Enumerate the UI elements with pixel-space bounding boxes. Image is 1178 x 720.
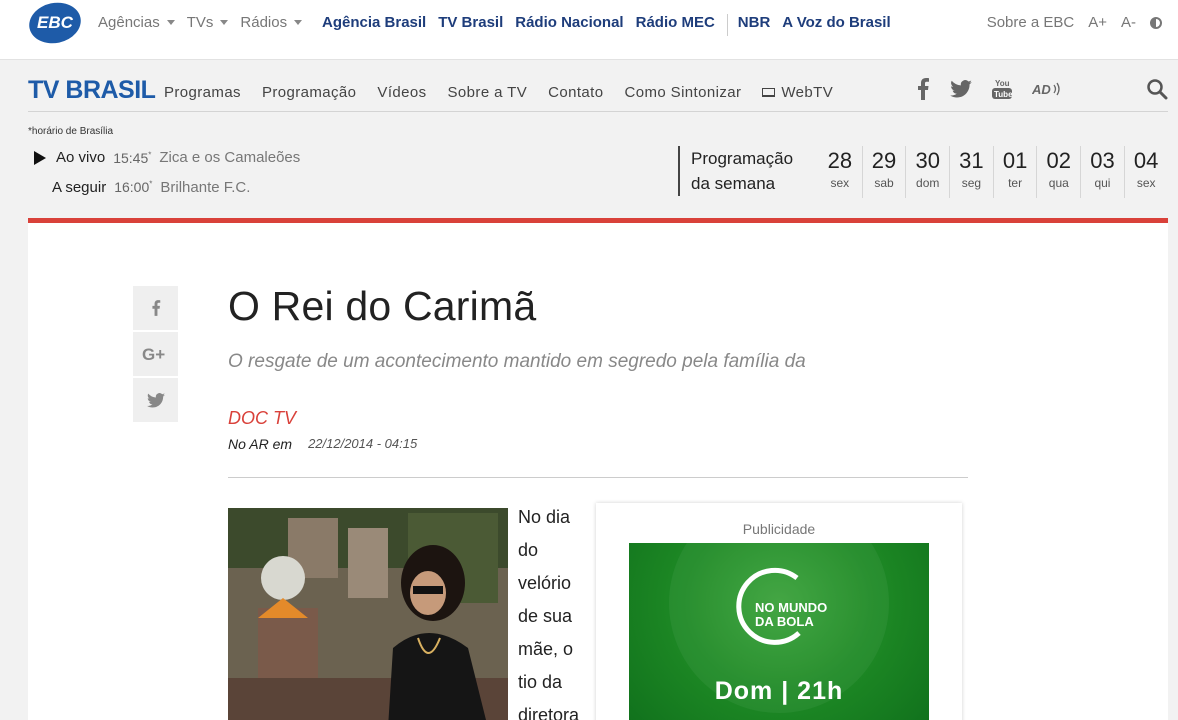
next-label: A seguir — [52, 179, 107, 196]
social-icons: You Tube AD — [916, 78, 1062, 100]
day-item[interactable]: 31 seg — [949, 146, 993, 198]
google-plus-icon: G+ — [142, 345, 165, 363]
svg-text:G+: G+ — [142, 345, 165, 363]
nav-webtv[interactable]: WebTV — [762, 84, 833, 101]
ad-title: NO MUNDO DA BOLA — [755, 600, 828, 629]
program-category[interactable]: DOC TV — [228, 408, 296, 429]
link-radio-nacional[interactable]: Rádio Nacional — [515, 14, 623, 36]
nav-sobre-a-tv[interactable]: Sobre a TV — [448, 84, 528, 101]
day-item[interactable]: 29 sab — [861, 146, 906, 198]
day-item[interactable]: 30 dom — [905, 146, 949, 198]
air-info: No AR em 22/12/2014 - 04:15 — [228, 436, 417, 452]
article-body: No dia do velório de sua mãe, o tio da d… — [518, 507, 580, 720]
ad-time: Dom | 21h — [714, 677, 844, 705]
share-buttons: G+ — [133, 286, 178, 424]
ad-banner[interactable]: NO MUNDO DA BOLA Dom | 21h — [629, 543, 929, 720]
svg-text:You: You — [995, 79, 1010, 88]
share-googleplus-button[interactable]: G+ — [133, 332, 178, 376]
air-date: 22/12/2014 - 04:15 — [308, 436, 418, 451]
air-label: No AR em — [228, 436, 293, 452]
up-next: A seguir 16:00* Brilhante F.C. — [52, 179, 251, 196]
ebc-links: Agência Brasil TV Brasil Rádio Nacional … — [322, 14, 903, 36]
link-agencia-brasil[interactable]: Agência Brasil — [322, 14, 426, 36]
menu-radios[interactable]: Rádios — [240, 14, 303, 31]
ebc-right-tools: Sobre a EBC A+ A- — [987, 14, 1162, 31]
link-radio-mec[interactable]: Rádio MEC — [636, 14, 715, 36]
live-now[interactable]: Ao vivo 15:45* Zica e os Camaleões — [34, 149, 300, 166]
article-content: G+ O Rei do Carimã O resgate de um acont… — [28, 223, 1168, 720]
timezone-note: *horário de Brasília — [28, 126, 114, 137]
audio-description-icon[interactable]: AD — [1032, 82, 1062, 96]
facebook-icon[interactable] — [916, 78, 930, 100]
ad-container: Publicidade NO MUNDO DA BOLA Dom | 21h — [596, 503, 962, 720]
font-decrease-button[interactable]: A- — [1121, 14, 1136, 31]
chevron-down-icon — [166, 20, 175, 25]
next-time: 16:00 — [114, 179, 150, 195]
live-time: 15:45 — [113, 149, 149, 166]
tv-brasil-nav: TV BRASIL Programas Programação Vídeos S… — [28, 62, 1168, 112]
live-show[interactable]: Zica e os Camaleões — [159, 149, 300, 166]
page-subtitle: O resgate de um acontecimento mantido em… — [228, 351, 806, 372]
ebc-top-bar: EBC Agências TVs Rádios Agência Brasil T… — [0, 0, 1178, 60]
day-item[interactable]: 02 qua — [1036, 146, 1080, 198]
menu-tvs[interactable]: TVs — [187, 14, 229, 31]
page-title: O Rei do Carimã — [228, 283, 537, 329]
link-nbr[interactable]: NBR — [738, 14, 771, 36]
day-item[interactable]: 04 sex — [1123, 146, 1168, 198]
day-selector: 28 sex 29 sab 30 dom 31 seg 01 ter 02 qua 03 qu… — [818, 146, 1168, 198]
laptop-icon — [762, 88, 776, 97]
schedule-bar: *horário de Brasília Ao vivo 15:45* Zica… — [28, 124, 1168, 216]
menu-agencias[interactable]: Agências — [98, 14, 175, 31]
next-show[interactable]: Brilhante F.C. — [160, 179, 250, 196]
day-item[interactable]: 01 ter — [992, 146, 1037, 198]
nav-programas[interactable]: Programas — [164, 84, 241, 101]
nav-videos[interactable]: Vídeos — [377, 84, 426, 101]
chevron-down-icon — [294, 20, 303, 25]
contrast-icon[interactable] — [1150, 16, 1162, 29]
divider — [726, 14, 728, 36]
day-item[interactable]: 28 sex — [818, 146, 862, 198]
link-tv-brasil[interactable]: TV Brasil — [438, 14, 503, 36]
search-icon[interactable] — [1146, 78, 1168, 100]
svg-text:AD: AD — [1032, 82, 1051, 96]
share-facebook-button[interactable] — [133, 286, 178, 330]
nav-programacao[interactable]: Programação — [262, 84, 356, 101]
youtube-icon[interactable]: You Tube — [992, 78, 1012, 100]
nav-como-sintonizar[interactable]: Como Sintonizar — [624, 84, 741, 101]
twitter-icon — [146, 392, 165, 408]
tv-menu: Programas Programação Vídeos Sobre a TV … — [164, 84, 833, 101]
chevron-down-icon — [220, 20, 229, 25]
weekly-schedule-title[interactable]: Programação da semana — [678, 146, 808, 196]
about-ebc-link[interactable]: Sobre a EBC — [987, 14, 1075, 31]
divider — [228, 477, 968, 478]
ebc-logo[interactable]: EBC — [28, 2, 82, 44]
facebook-icon — [151, 300, 160, 316]
ebc-logo-text: EBC — [37, 13, 73, 32]
share-twitter-button[interactable] — [133, 378, 178, 422]
link-voz-do-brasil[interactable]: A Voz do Brasil — [782, 14, 890, 36]
article-photo — [228, 508, 508, 720]
cemetery-photo — [228, 508, 508, 720]
twitter-icon[interactable] — [950, 80, 972, 98]
live-label: Ao vivo — [56, 149, 106, 166]
ebc-menu: Agências TVs Rádios — [98, 14, 303, 31]
svg-text:Tube: Tube — [994, 90, 1012, 99]
nav-contato[interactable]: Contato — [548, 84, 603, 101]
font-increase-button[interactable]: A+ — [1088, 14, 1107, 31]
tv-brasil-logo[interactable]: TV BRASIL — [28, 76, 156, 105]
play-icon[interactable] — [34, 150, 46, 165]
ad-label: Publicidade — [742, 521, 816, 537]
day-item[interactable]: 03 qui — [1080, 146, 1124, 198]
